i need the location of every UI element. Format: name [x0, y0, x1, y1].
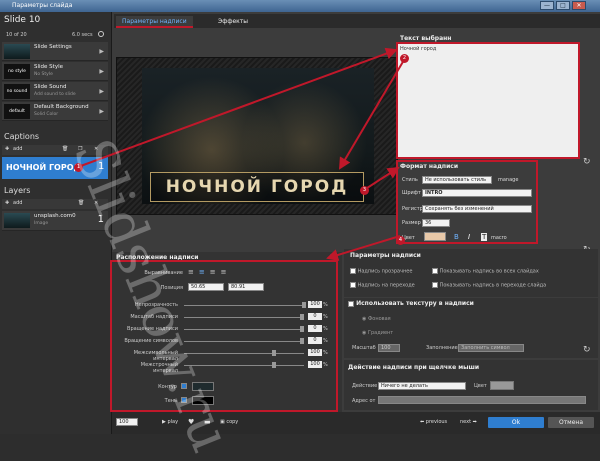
close-button[interactable]: ✕: [572, 1, 586, 10]
tab-effects[interactable]: Эффекты: [212, 16, 254, 28]
captions-header: Captions: [4, 132, 40, 141]
play-button[interactable]: ▶ play: [162, 419, 178, 425]
preview-caption[interactable]: НОЧНОЙ ГОРОД: [150, 172, 364, 202]
cancel-button[interactable]: Отмена: [548, 417, 594, 428]
scale-label: Масштаб: [352, 345, 376, 351]
scale-input[interactable]: 100: [378, 344, 400, 352]
marker-2: 2: [400, 54, 409, 63]
fill-select[interactable]: Заполнить символ: [458, 344, 524, 352]
zoom-select[interactable]: 100: [116, 418, 138, 426]
layer-type: Image: [34, 221, 49, 226]
tools-icon[interactable]: ✕: [94, 200, 98, 206]
copy-icon[interactable]: ❐: [78, 146, 82, 152]
texture-radio-1[interactable]: ◉ Фоновая: [362, 316, 391, 322]
sound-thumb: no sound: [4, 84, 30, 99]
slide-sound-item[interactable]: no sound Slide Sound Add sound to slide …: [2, 82, 108, 101]
background-item[interactable]: default Default Background Solid Color ▶: [2, 102, 108, 121]
item-sub: Add sound to slide: [34, 92, 76, 97]
address-input[interactable]: [378, 396, 586, 404]
click-color-swatch[interactable]: [490, 381, 514, 390]
chevron-right-icon: ▶: [99, 68, 104, 75]
click-header: Действие надписи при щелчке мыши: [348, 364, 480, 371]
left-panel: Slide 10 10 of 20 6.0 secs Slide Setting…: [0, 12, 112, 434]
highlight-layout-box: [110, 260, 338, 412]
trash-icon[interactable]: 🗑: [62, 146, 68, 152]
maximize-button[interactable]: □: [556, 1, 570, 10]
trash-icon[interactable]: 🗑: [78, 200, 84, 206]
highlight-format-box: [396, 160, 538, 244]
refresh-icon[interactable]: ↻: [583, 345, 591, 355]
texture-radio-2[interactable]: ◉ Градиент: [362, 330, 393, 336]
style-thumb: no style: [4, 64, 30, 79]
item-name: Slide Style: [34, 64, 63, 70]
window-title: Параметры слайда: [12, 2, 73, 9]
plus-icon[interactable]: ✚: [5, 200, 9, 206]
next-button[interactable]: next ➡: [460, 419, 477, 425]
highlight-text-box: [396, 42, 580, 159]
previous-button[interactable]: ⬅ previous: [420, 419, 447, 425]
background-thumb: default: [4, 104, 30, 119]
chevron-right-icon: ▶: [99, 88, 104, 95]
slide-counter: 10 of 20: [6, 32, 27, 38]
captions-toolbar: ✚ add 🗑 ❐ ✕: [2, 145, 108, 155]
slide-settings-item[interactable]: Slide Settings ▶: [2, 42, 108, 61]
caption-item-number: 1: [98, 161, 105, 172]
ok-button[interactable]: Ok: [488, 417, 544, 428]
item-name: Slide Settings: [34, 44, 72, 50]
copy-button[interactable]: ▣ copy: [220, 419, 238, 425]
address-label: Адрес от: [352, 398, 376, 404]
slide-thumb: [4, 44, 30, 59]
action-label: Действие: [352, 383, 378, 389]
item-sub: Solid Color: [34, 112, 59, 117]
tools-icon[interactable]: ✕: [94, 146, 98, 152]
layer-number: 1: [97, 214, 104, 225]
slide-duration[interactable]: 6.0 secs: [72, 32, 93, 38]
add-layer-button[interactable]: add: [13, 200, 22, 206]
click-color-label: Цвет: [474, 383, 487, 389]
clock-icon: [98, 31, 104, 37]
chevron-right-icon: ▶: [99, 108, 104, 115]
caption-item-text: НОЧНОЙ ГОРОД: [6, 163, 81, 172]
layer-list-item[interactable]: unsplash.com0 Image 1: [2, 211, 108, 231]
heart-icon[interactable]: ♥: [188, 418, 194, 426]
window-titlebar: Параметры слайда — □ ✕: [0, 0, 600, 12]
layer-thumb: [4, 213, 30, 228]
slide-style-item[interactable]: no style Slide Style No Style ▶: [2, 62, 108, 81]
layer-name: unsplash.com0: [34, 213, 76, 219]
texture-header[interactable]: Использовать текстуру в надписи: [348, 300, 474, 307]
params-option-4[interactable]: Показывать надпись в переходе слайда: [432, 282, 546, 289]
caption-list-item[interactable]: НОЧНОЙ ГОРОД 1: [2, 157, 108, 179]
layers-header: Layers: [4, 186, 31, 195]
item-name: Slide Sound: [34, 84, 67, 90]
item-name: Default Background: [34, 104, 89, 110]
screen-icon[interactable]: ▬: [204, 418, 211, 426]
fill-label: Заполнение: [426, 345, 458, 351]
minimize-button[interactable]: —: [540, 1, 554, 10]
params-header: Параметры надписи: [350, 252, 421, 259]
params-option-2[interactable]: Показывать надпись во всех слайдах: [432, 268, 539, 275]
add-caption-button[interactable]: add: [13, 146, 22, 152]
tab-caption-params[interactable]: Параметры надписи: [116, 16, 193, 28]
marker-4: 4: [396, 236, 405, 245]
action-select[interactable]: Ничего не делать: [378, 382, 466, 390]
chevron-right-icon: ▶: [99, 48, 104, 55]
item-sub: No Style: [34, 72, 53, 77]
layers-toolbar: ✚ add 🗑 ✕: [2, 199, 108, 209]
plus-icon[interactable]: ✚: [5, 146, 9, 152]
params-option-1[interactable]: Надпись прозрачнее: [350, 268, 412, 275]
tab-bar: Параметры надписи Эффекты: [114, 14, 600, 28]
marker-3: 3: [360, 186, 369, 195]
refresh-icon[interactable]: ↻: [583, 157, 591, 167]
marker-1: 1: [74, 163, 83, 172]
slide-title: Slide 10: [4, 15, 41, 25]
params-option-3[interactable]: Надпись на переходе: [350, 282, 415, 289]
